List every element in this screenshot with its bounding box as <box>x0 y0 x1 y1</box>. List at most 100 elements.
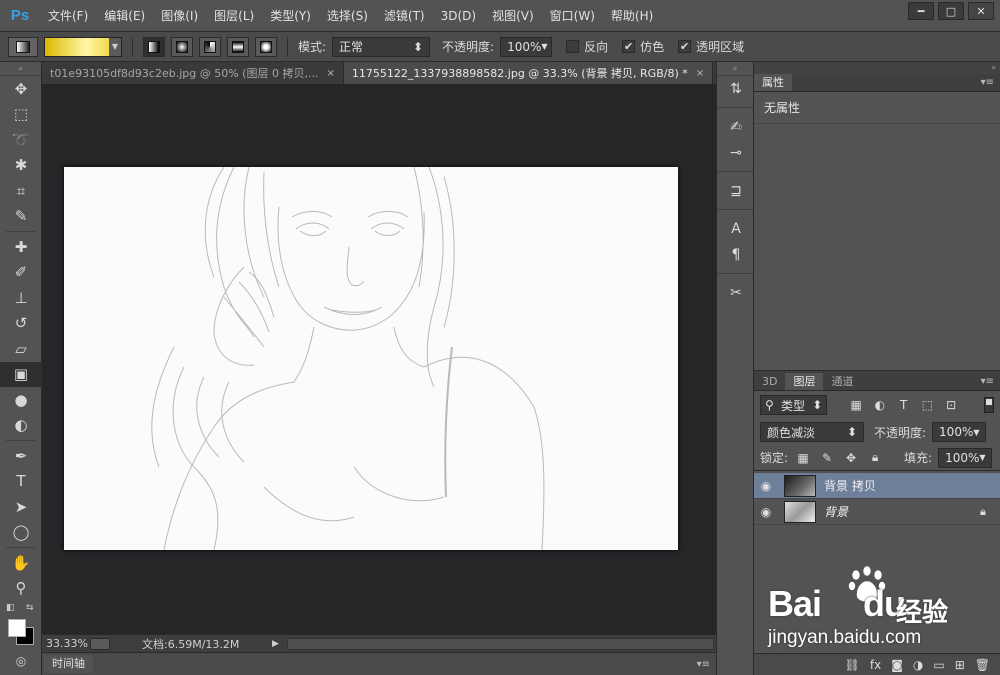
paragraph-icon[interactable]: ¶ <box>717 242 755 268</box>
path-selection-tool-icon[interactable]: ➤ <box>0 494 42 520</box>
filter-toggle[interactable] <box>984 397 994 413</box>
minimize-button[interactable]: ━ <box>908 2 934 20</box>
lock-transparent-icon[interactable]: ▦ <box>794 451 812 465</box>
panel-menu-icon[interactable]: ▾≡ <box>981 74 1000 91</box>
link-icon[interactable]: ⛓ <box>845 658 860 672</box>
shape-filter-icon[interactable]: ⬚ <box>919 398 937 412</box>
collapse-icon[interactable]: « <box>717 62 753 76</box>
layer-row-selected[interactable]: ◉ 背景 拷贝 <box>754 473 1000 499</box>
clone-source-icon[interactable]: ⊒ <box>717 178 755 204</box>
eyedropper-tool-icon[interactable]: ✎ <box>0 204 42 230</box>
menu-select[interactable]: 选择(S) <box>319 0 376 32</box>
menu-3d[interactable]: 3D(D) <box>433 0 484 32</box>
hand-tool-icon[interactable]: ✋ <box>0 550 42 576</box>
gradient-tool-icon[interactable]: ▣ <box>0 361 42 387</box>
horizontal-scrollbar[interactable] <box>286 637 714 650</box>
panel-menu-icon[interactable]: ▾≡ <box>697 659 710 670</box>
lasso-tool-icon[interactable]: ➰ <box>0 127 42 153</box>
lock-all-icon[interactable]: 🔒︎ <box>866 450 884 465</box>
gradient-picker[interactable]: ▼ <box>44 36 122 57</box>
magic-wand-tool-icon[interactable]: ✱ <box>0 153 42 179</box>
type-filter-icon[interactable]: T <box>895 398 913 412</box>
blend-mode-select[interactable]: 颜色减淡 ⬍ <box>760 422 864 442</box>
lock-position-icon[interactable]: ✥ <box>842 451 860 465</box>
pen-tool-icon[interactable]: ✒ <box>0 443 42 469</box>
menu-file[interactable]: 文件(F) <box>40 0 96 32</box>
healing-brush-tool-icon[interactable]: ✚ <box>0 234 42 260</box>
quick-mask-icon[interactable]: ◎ <box>0 651 42 671</box>
ellipse-tool-icon[interactable]: ◯ <box>0 520 42 546</box>
reverse-checkbox[interactable] <box>566 40 580 53</box>
menu-layer[interactable]: 图层(L) <box>206 0 262 32</box>
layer-row[interactable]: ◉ 背景 🔒︎ <box>754 499 1000 525</box>
menu-filter[interactable]: 滤镜(T) <box>376 0 433 32</box>
adjustment-icon[interactable]: ◑ <box>913 658 923 672</box>
smart-object-filter-icon[interactable]: ⊡ <box>942 398 960 412</box>
maximize-button[interactable]: □ <box>938 2 964 20</box>
document-tab[interactable]: t01e93105df8d93c2eb.jpg @ 50% (图层 0 拷贝,.… <box>42 62 344 84</box>
pixel-filter-icon[interactable]: ▦ <box>847 398 865 412</box>
linear-gradient-button[interactable] <box>143 36 165 57</box>
zoom-tool-icon[interactable]: ⚲ <box>0 576 42 602</box>
visibility-eye-icon[interactable]: ◉ <box>754 505 778 519</box>
menu-view[interactable]: 视图(V) <box>484 0 542 32</box>
chevron-down-icon[interactable]: ▼ <box>973 428 979 437</box>
menu-window[interactable]: 窗口(W) <box>542 0 603 32</box>
dither-checkbox[interactable]: ✔ <box>622 40 636 53</box>
chevron-down-icon[interactable]: ▼ <box>979 453 985 462</box>
document-tab-active[interactable]: 11755122_1337938898582.jpg @ 33.3% (背景 拷… <box>343 62 714 84</box>
angle-gradient-button[interactable] <box>199 36 221 57</box>
radial-gradient-button[interactable] <box>171 36 193 57</box>
diamond-gradient-button[interactable] <box>255 36 277 57</box>
timeline-tab[interactable]: 时间轴 <box>44 655 93 673</box>
menu-help[interactable]: 帮助(H) <box>603 0 661 32</box>
menu-type[interactable]: 类型(Y) <box>262 0 319 32</box>
tool-presets-icon[interactable]: ⊸ <box>717 140 755 166</box>
chevron-down-icon[interactable]: ▼ <box>109 37 121 56</box>
fill-input[interactable]: 100% ▼ <box>938 447 993 468</box>
marquee-tool-icon[interactable]: ⬚ <box>0 102 42 128</box>
tab-layers[interactable]: 图层 <box>785 373 824 390</box>
type-tool-icon[interactable]: T <box>0 469 42 495</box>
reflected-gradient-button[interactable] <box>227 36 249 57</box>
mode-select[interactable]: 正常 ⬍ <box>332 36 431 57</box>
tool-settings-icon[interactable]: ✂ <box>717 280 755 306</box>
tab-properties[interactable]: 属性 <box>754 74 792 91</box>
history-brush-tool-icon[interactable]: ↺ <box>0 311 42 337</box>
default-colors-icon[interactable]: ◧ <box>6 603 15 613</box>
visibility-eye-icon[interactable]: ◉ <box>754 479 778 493</box>
layer-opacity-input[interactable]: 100% ▼ <box>932 422 987 442</box>
panel-menu-icon[interactable]: ▾≡ <box>981 373 1000 390</box>
fx-icon[interactable]: fx <box>870 658 881 672</box>
clone-stamp-tool-icon[interactable]: ⊥ <box>0 285 42 311</box>
new-layer-icon[interactable]: ⊞ <box>955 658 965 672</box>
brush-presets-icon[interactable]: ✍ <box>717 114 755 140</box>
dodge-tool-icon[interactable]: ◐ <box>0 413 42 439</box>
lock-image-icon[interactable]: ✎ <box>818 451 836 465</box>
history-icon[interactable]: ⇅ <box>717 76 755 102</box>
close-button[interactable]: ✕ <box>968 2 994 20</box>
tool-preset-picker[interactable] <box>8 36 38 57</box>
zoom-level[interactable]: 33.33% <box>42 637 90 650</box>
adjustment-filter-icon[interactable]: ◐ <box>871 398 889 412</box>
trash-icon[interactable]: 🗑︎ <box>975 658 990 672</box>
layer-filter-select[interactable]: ⚲ 类型 ⬍ <box>760 395 828 415</box>
opacity-input[interactable]: 100% ▼ <box>500 36 553 57</box>
eraser-tool-icon[interactable]: ▱ <box>0 336 42 362</box>
close-icon[interactable]: × <box>326 68 334 79</box>
transparency-checkbox[interactable]: ✔ <box>678 40 692 53</box>
character-icon[interactable]: A <box>717 216 755 242</box>
menu-image[interactable]: 图像(I) <box>153 0 206 32</box>
image-canvas[interactable] <box>64 167 678 550</box>
crop-tool-icon[interactable]: ⌗ <box>0 178 42 204</box>
close-icon[interactable]: × <box>696 68 704 79</box>
foreground-color[interactable] <box>8 619 26 637</box>
group-icon[interactable]: ▭ <box>933 658 944 672</box>
status-info-icon[interactable] <box>90 637 110 650</box>
collapse-icon[interactable]: » <box>0 62 41 76</box>
status-menu-icon[interactable]: ▶ <box>272 639 279 649</box>
blur-tool-icon[interactable]: ● <box>0 387 42 413</box>
tab-channels[interactable]: 通道 <box>823 373 861 390</box>
mask-icon[interactable]: ◙ <box>891 658 903 672</box>
tab-3d[interactable]: 3D <box>754 373 785 390</box>
